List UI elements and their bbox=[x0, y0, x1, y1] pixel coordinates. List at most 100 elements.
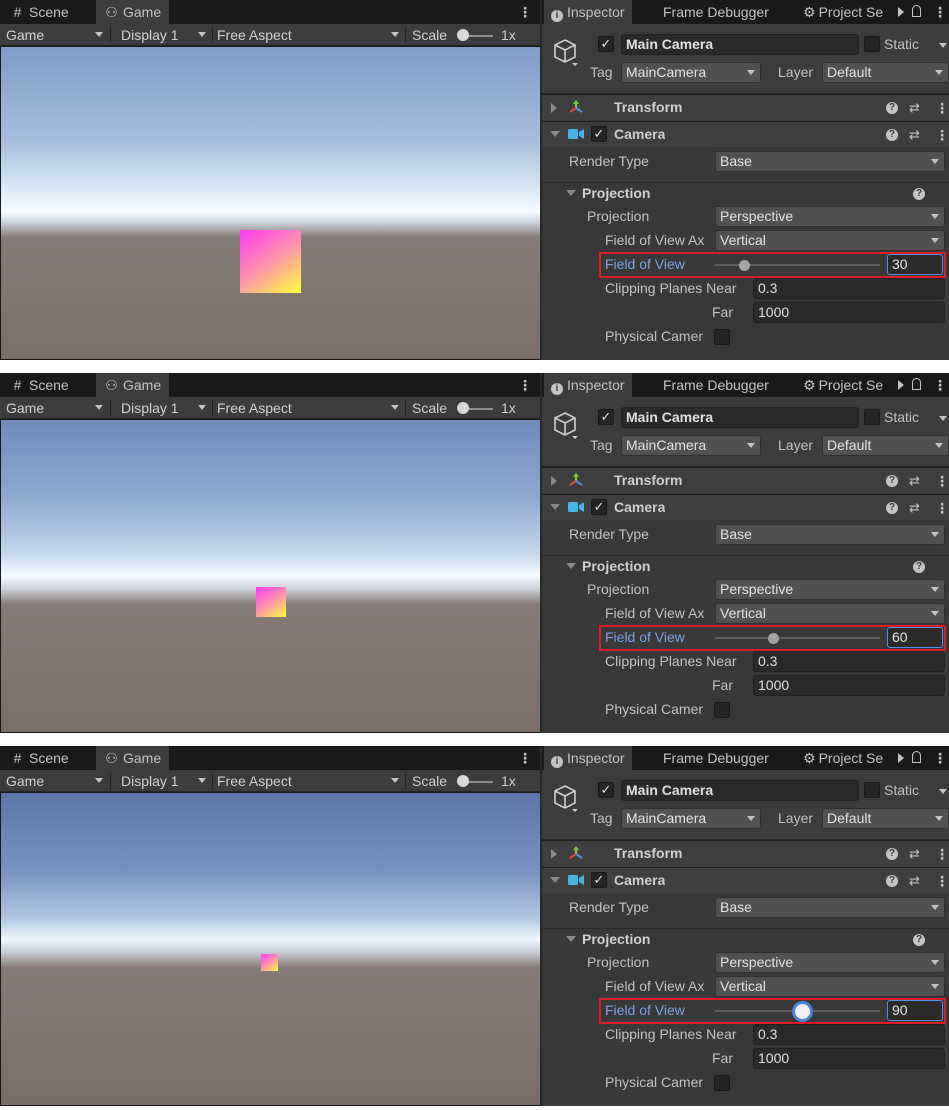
help-icon[interactable]: ? bbox=[886, 875, 898, 887]
fov-axis-dropdown[interactable]: Vertical bbox=[715, 603, 945, 624]
presets-icon[interactable]: ⇄ bbox=[909, 101, 920, 115]
tab-overflow-icon[interactable] bbox=[898, 380, 904, 390]
static-checkbox[interactable] bbox=[864, 36, 880, 52]
presets-icon[interactable]: ⇄ bbox=[909, 874, 920, 888]
help-icon[interactable]: ? bbox=[886, 475, 898, 487]
layer-dropdown[interactable]: Default bbox=[822, 435, 949, 456]
game-view-menu-icon[interactable]: ⋮ bbox=[518, 746, 532, 770]
game-viewport[interactable] bbox=[1, 47, 540, 359]
inspector-menu-icon[interactable]: ⋮ bbox=[933, 746, 947, 770]
tab-scene[interactable]: # Scene bbox=[2, 746, 77, 770]
inspector-menu-icon[interactable]: ⋮ bbox=[933, 373, 947, 397]
chevron-down-icon[interactable] bbox=[939, 416, 947, 421]
projection-dropdown[interactable]: Perspective bbox=[715, 579, 945, 600]
tab-project-settings[interactable]: ⚙ Project Se bbox=[796, 373, 890, 397]
game-mode-dropdown[interactable]: Game bbox=[6, 24, 44, 46]
physical-camera-checkbox[interactable] bbox=[714, 329, 730, 345]
foldout-arrow-icon[interactable] bbox=[550, 504, 560, 510]
transform-component-header[interactable]: Transform ? ⇄ ⋮ bbox=[542, 467, 949, 493]
physical-camera-checkbox[interactable] bbox=[714, 702, 730, 718]
camera-enabled-checkbox[interactable]: ✓ bbox=[591, 126, 607, 142]
presets-icon[interactable]: ⇄ bbox=[909, 474, 920, 488]
static-checkbox[interactable] bbox=[864, 782, 880, 798]
layer-dropdown[interactable]: Default bbox=[822, 808, 949, 829]
inspector-menu-icon[interactable]: ⋮ bbox=[933, 0, 947, 24]
active-checkbox[interactable]: ✓ bbox=[598, 782, 614, 798]
clipping-near-input[interactable]: 0.3 bbox=[753, 1024, 945, 1045]
tab-project-settings[interactable]: ⚙ Project Se bbox=[796, 746, 890, 770]
gameobject-cube-icon[interactable] bbox=[550, 782, 580, 812]
lock-icon[interactable] bbox=[912, 378, 921, 390]
foldout-arrow-icon[interactable] bbox=[551, 476, 557, 486]
clipping-far-input[interactable]: 1000 bbox=[753, 1048, 945, 1069]
render-type-dropdown[interactable]: Base bbox=[715, 524, 945, 545]
component-menu-icon[interactable]: ⋮ bbox=[935, 501, 949, 515]
gameobject-name-input[interactable]: Main Camera bbox=[621, 407, 859, 428]
tab-inspector[interactable]: i Inspector bbox=[544, 373, 632, 397]
fov-axis-dropdown[interactable]: Vertical bbox=[715, 976, 945, 997]
tag-dropdown[interactable]: MainCamera bbox=[621, 808, 761, 829]
game-mode-dropdown[interactable]: Game bbox=[6, 397, 44, 419]
gameobject-cube-icon[interactable] bbox=[550, 409, 580, 439]
tab-game[interactable]: ⚇ Game bbox=[96, 373, 170, 397]
tag-dropdown[interactable]: MainCamera bbox=[621, 435, 761, 456]
display-dropdown[interactable]: Display 1 bbox=[121, 770, 179, 792]
scale-slider-handle[interactable] bbox=[457, 29, 469, 41]
help-icon[interactable]: ? bbox=[913, 561, 925, 573]
aspect-dropdown[interactable]: Free Aspect bbox=[217, 24, 292, 46]
component-menu-icon[interactable]: ⋮ bbox=[935, 874, 949, 888]
render-type-dropdown[interactable]: Base bbox=[715, 897, 945, 918]
tab-scene[interactable]: # Scene bbox=[2, 373, 77, 397]
foldout-arrow-icon[interactable] bbox=[566, 936, 576, 942]
tab-inspector[interactable]: i Inspector bbox=[544, 0, 632, 24]
tab-game[interactable]: ⚇ Game bbox=[96, 746, 170, 770]
static-checkbox[interactable] bbox=[864, 409, 880, 425]
component-menu-icon[interactable]: ⋮ bbox=[935, 128, 949, 142]
game-viewport[interactable] bbox=[1, 793, 540, 1105]
tag-dropdown[interactable]: MainCamera bbox=[621, 62, 761, 83]
projection-section-header[interactable]: Projection ? bbox=[542, 182, 949, 204]
camera-component-header[interactable]: ✓ Camera ? ⇄ ⋮ bbox=[542, 494, 949, 520]
gameobject-name-input[interactable]: Main Camera bbox=[621, 780, 859, 801]
tab-game[interactable]: ⚇ Game bbox=[96, 0, 170, 24]
help-icon[interactable]: ? bbox=[886, 129, 898, 141]
layer-dropdown[interactable]: Default bbox=[822, 62, 949, 83]
help-icon[interactable]: ? bbox=[886, 502, 898, 514]
gameobject-cube-icon[interactable] bbox=[550, 36, 580, 66]
foldout-arrow-icon[interactable] bbox=[551, 849, 557, 859]
display-dropdown[interactable]: Display 1 bbox=[121, 397, 179, 419]
projection-section-header[interactable]: Projection ? bbox=[542, 928, 949, 950]
foldout-arrow-icon[interactable] bbox=[550, 131, 560, 137]
scale-slider-handle[interactable] bbox=[457, 402, 469, 414]
foldout-arrow-icon[interactable] bbox=[551, 103, 557, 113]
scale-slider-handle[interactable] bbox=[457, 775, 469, 787]
aspect-dropdown[interactable]: Free Aspect bbox=[217, 770, 292, 792]
tab-inspector[interactable]: i Inspector bbox=[544, 746, 632, 770]
presets-icon[interactable]: ⇄ bbox=[909, 128, 920, 142]
transform-component-header[interactable]: Transform ? ⇄ ⋮ bbox=[542, 94, 949, 120]
tab-project-settings[interactable]: ⚙ Project Se bbox=[796, 0, 890, 24]
chevron-down-icon[interactable] bbox=[939, 43, 947, 48]
foldout-arrow-icon[interactable] bbox=[566, 563, 576, 569]
help-icon[interactable]: ? bbox=[886, 848, 898, 860]
game-viewport[interactable] bbox=[1, 420, 540, 732]
render-type-dropdown[interactable]: Base bbox=[715, 151, 945, 172]
camera-enabled-checkbox[interactable]: ✓ bbox=[591, 872, 607, 888]
clipping-near-input[interactable]: 0.3 bbox=[753, 651, 945, 672]
active-checkbox[interactable]: ✓ bbox=[598, 409, 614, 425]
camera-component-header[interactable]: ✓ Camera ? ⇄ ⋮ bbox=[542, 121, 949, 147]
help-icon[interactable]: ? bbox=[913, 188, 925, 200]
tab-overflow-icon[interactable] bbox=[898, 7, 904, 17]
help-icon[interactable]: ? bbox=[886, 102, 898, 114]
clipping-far-input[interactable]: 1000 bbox=[753, 675, 945, 696]
component-menu-icon[interactable]: ⋮ bbox=[935, 474, 949, 488]
component-menu-icon[interactable]: ⋮ bbox=[935, 847, 949, 861]
active-checkbox[interactable]: ✓ bbox=[598, 36, 614, 52]
tab-frame-debugger[interactable]: Frame Debugger bbox=[656, 746, 776, 770]
camera-enabled-checkbox[interactable]: ✓ bbox=[591, 499, 607, 515]
projection-dropdown[interactable]: Perspective bbox=[715, 206, 945, 227]
foldout-arrow-icon[interactable] bbox=[566, 190, 576, 196]
aspect-dropdown[interactable]: Free Aspect bbox=[217, 397, 292, 419]
clipping-far-input[interactable]: 1000 bbox=[753, 302, 945, 323]
projection-dropdown[interactable]: Perspective bbox=[715, 952, 945, 973]
